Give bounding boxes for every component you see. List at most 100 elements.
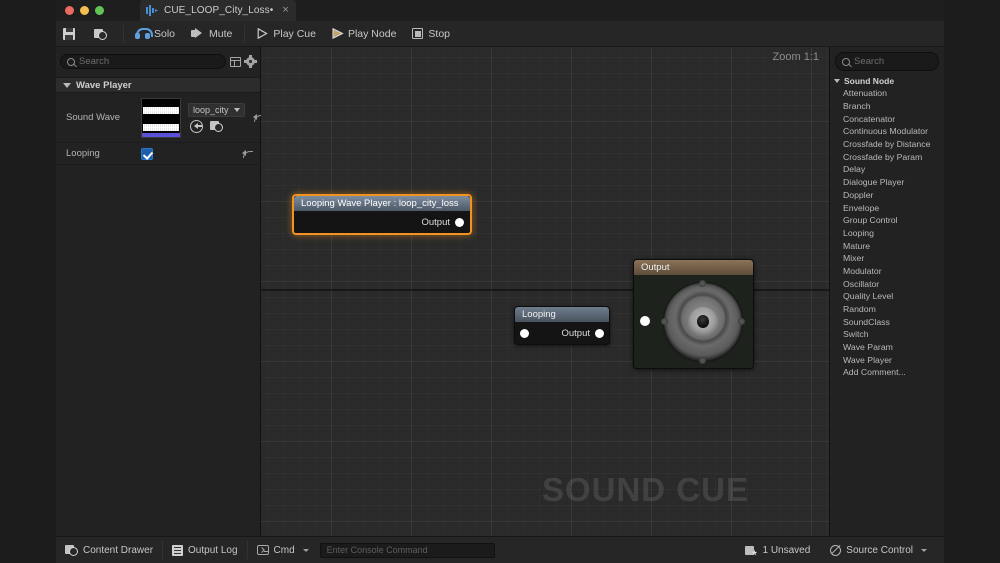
- play-node-button[interactable]: Play Node: [324, 23, 404, 45]
- palette-search-input[interactable]: Search: [835, 52, 939, 71]
- node-output-label: Output: [421, 216, 450, 228]
- browse-button[interactable]: [87, 23, 119, 45]
- console-placeholder: Enter Console Command: [326, 545, 428, 555]
- palette-item[interactable]: Branch: [830, 100, 944, 113]
- looping-reset[interactable]: [234, 149, 260, 159]
- speaker-icon: [661, 280, 745, 364]
- save-icon: [63, 27, 75, 40]
- browse-icon: [94, 28, 107, 40]
- close-tab-icon[interactable]: ×: [282, 5, 288, 16]
- editor-body: Search Wave Player Sound Wave loop_city …: [56, 47, 944, 536]
- output-pin[interactable]: [455, 217, 464, 227]
- palette-item[interactable]: Modulator: [830, 265, 944, 278]
- chevron-down-icon: [302, 548, 309, 552]
- sound-wave-dropdown[interactable]: loop_city: [188, 102, 245, 117]
- palette-item[interactable]: Oscillator: [830, 277, 944, 290]
- close-window-button[interactable]: [65, 6, 74, 15]
- palette-item[interactable]: Crossfade by Distance: [830, 138, 944, 151]
- minimize-window-button[interactable]: [80, 6, 89, 15]
- palette-item[interactable]: Mature: [830, 239, 944, 252]
- mute-button[interactable]: Mute: [183, 23, 240, 45]
- looping-value: [139, 147, 234, 160]
- palette-item[interactable]: Delay: [830, 163, 944, 176]
- play-node-icon: [332, 28, 344, 39]
- status-right-group: 1 Unsaved Source Control: [736, 541, 944, 560]
- details-category-label: Wave Player: [76, 79, 132, 91]
- graph-watermark: SOUND CUE: [541, 471, 749, 508]
- property-row-sound-wave: Sound Wave loop_city: [56, 93, 260, 143]
- palette-item[interactable]: Add Comment...: [830, 366, 944, 379]
- unsaved-button[interactable]: 1 Unsaved: [736, 541, 819, 560]
- waveform-thumbnail[interactable]: [141, 97, 181, 138]
- solo-label: Solo: [154, 27, 176, 40]
- details-panel: Search Wave Player Sound Wave loop_city …: [56, 47, 261, 536]
- palette-item[interactable]: Group Control: [830, 214, 944, 227]
- column-layout-icon[interactable]: [230, 56, 241, 67]
- output-pin[interactable]: [595, 328, 604, 338]
- content-drawer-button[interactable]: Content Drawer: [56, 541, 162, 560]
- browse-to-asset-icon[interactable]: [210, 120, 223, 132]
- node-title: Output: [634, 260, 753, 275]
- palette-item[interactable]: Quality Level: [830, 290, 944, 303]
- use-selected-asset-icon[interactable]: [190, 119, 203, 133]
- palette-item[interactable]: Continuous Modulator: [830, 125, 944, 138]
- palette-item[interactable]: Attenuation: [830, 87, 944, 100]
- source-control-button[interactable]: Source Control: [821, 541, 936, 560]
- output-log-icon: [172, 544, 184, 556]
- palette-item[interactable]: Wave Player: [830, 353, 944, 366]
- source-control-icon: [830, 544, 842, 556]
- unsaved-label: 1 Unsaved: [762, 544, 811, 556]
- audio-waveform-icon: [146, 5, 159, 16]
- status-bar: Content Drawer Output Log Cmd Enter Cons…: [56, 536, 944, 563]
- sound-wave-value: loop_city: [139, 97, 245, 138]
- node-title: Looping: [515, 307, 609, 322]
- chevron-down-icon: [63, 82, 71, 88]
- solo-button[interactable]: Solo: [128, 23, 183, 45]
- node-output[interactable]: Output: [633, 259, 754, 369]
- palette-item[interactable]: SoundClass: [830, 315, 944, 328]
- input-pin[interactable]: [520, 328, 529, 338]
- palette-item[interactable]: Wave Param: [830, 341, 944, 354]
- palette-item[interactable]: Looping: [830, 227, 944, 240]
- chevron-down-icon: [234, 107, 240, 112]
- palette-item[interactable]: Dialogue Player: [830, 176, 944, 189]
- output-log-button[interactable]: Output Log: [163, 541, 246, 560]
- palette-item[interactable]: Doppler: [830, 189, 944, 202]
- looping-checkbox[interactable]: [141, 147, 153, 160]
- palette-item[interactable]: Random: [830, 303, 944, 316]
- node-looping[interactable]: Looping Output: [514, 306, 610, 345]
- node-looping-wave-player[interactable]: Looping Wave Player : loop_city_loss Out…: [292, 194, 472, 235]
- save-button[interactable]: [56, 23, 87, 45]
- palette-item[interactable]: Switch: [830, 328, 944, 341]
- looping-label: Looping: [66, 148, 100, 159]
- play-icon: [257, 28, 269, 39]
- property-row-looping: Looping: [56, 143, 260, 165]
- maximize-window-button[interactable]: [95, 6, 104, 15]
- details-search-input[interactable]: Search: [60, 54, 226, 69]
- document-tab[interactable]: CUE_LOOP_City_Loss• ×: [140, 0, 296, 21]
- palette-item[interactable]: Concatenator: [830, 112, 944, 125]
- gear-icon[interactable]: [244, 56, 257, 67]
- details-category-header[interactable]: Wave Player: [56, 77, 260, 93]
- palette-panel: Search Sound Node Attenuation Branch Conca…: [829, 47, 944, 536]
- palette-item[interactable]: Mixer: [830, 252, 944, 265]
- unsaved-assets-icon: [745, 545, 757, 556]
- palette-list: Attenuation Branch Concatenator Continuous …: [830, 87, 944, 379]
- node-body: Output: [294, 211, 470, 233]
- play-cue-button[interactable]: Play Cue: [249, 23, 324, 45]
- stop-button[interactable]: Stop: [404, 23, 458, 45]
- node-output-label: Output: [561, 327, 590, 339]
- cmd-dropdown-button[interactable]: Cmd: [248, 541, 318, 560]
- sound-wave-dropdown-value: loop_city: [193, 104, 229, 115]
- palette-item[interactable]: Envelope: [830, 201, 944, 214]
- sound-wave-icon-row: [188, 119, 245, 133]
- command-prompt-icon: [256, 545, 269, 555]
- palette-item[interactable]: Crossfade by Param: [830, 150, 944, 163]
- palette-category-header[interactable]: Sound Node: [830, 74, 944, 87]
- stop-label: Stop: [428, 27, 451, 40]
- input-pin[interactable]: [640, 316, 650, 326]
- console-command-input[interactable]: Enter Console Command: [319, 542, 495, 558]
- sound-cue-graph[interactable]: Zoom 1:1 SOUND CUE Looping Wave Player :…: [261, 47, 829, 536]
- window-controls[interactable]: [56, 6, 104, 15]
- content-drawer-icon: [65, 544, 78, 556]
